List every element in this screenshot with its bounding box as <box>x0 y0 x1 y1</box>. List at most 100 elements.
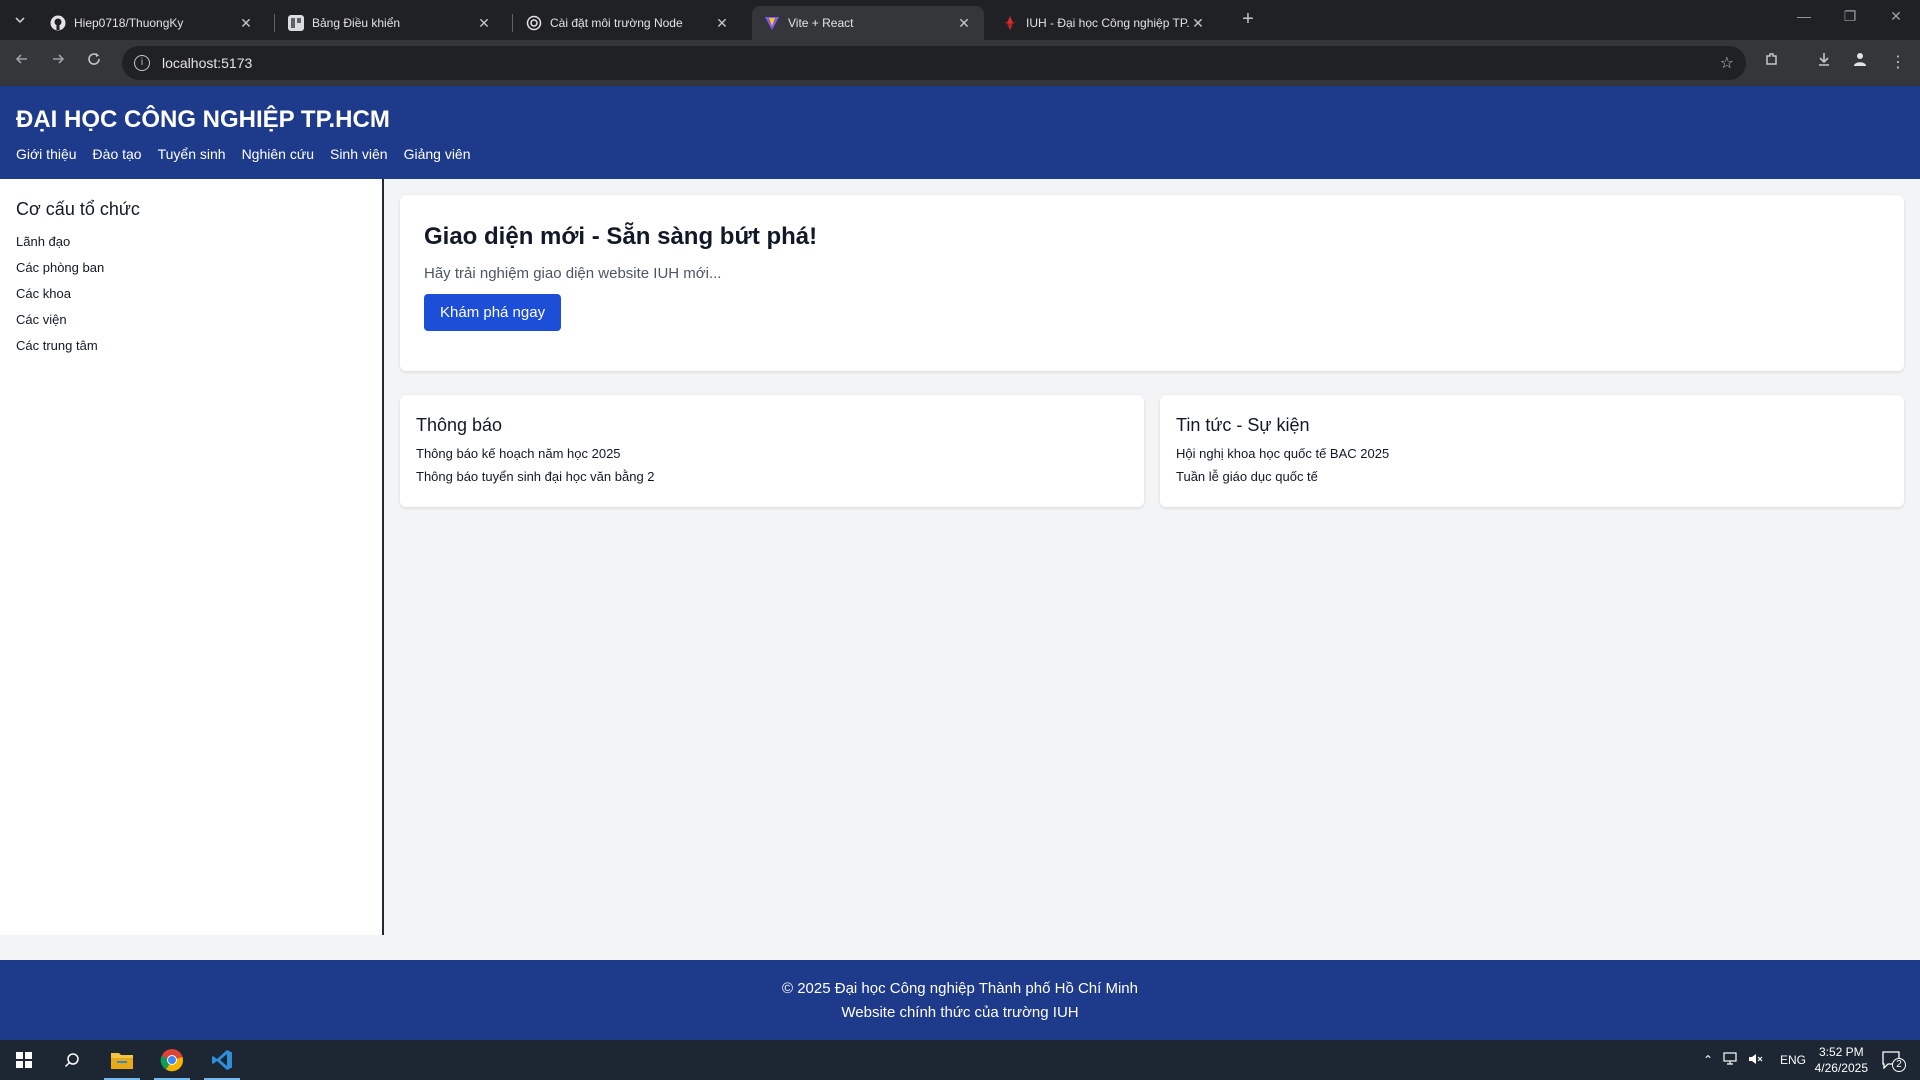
hero-title: Giao diện mới - Sẵn sàng bứt phá! <box>424 223 818 250</box>
windows-icon <box>16 1052 32 1068</box>
nav-link-giang-vien[interactable]: Giảng viên <box>404 146 471 162</box>
site-header: ĐẠI HỌC CÔNG NGHIỆP TP.HCM Giới thiệu Đà… <box>0 86 1920 179</box>
node-icon <box>526 15 542 31</box>
tab-github[interactable]: Hiep0718/ThuongKy ✕ <box>38 6 266 40</box>
taskbar: ⌃ ENG 3:52 PM 4/26/2025 2 <box>0 1040 1920 1080</box>
url-text: localhost:5173 <box>162 55 253 71</box>
browser-tab-strip: Hiep0718/ThuongKy ✕ Bảng Điều khiển ✕ Cà… <box>0 0 1920 40</box>
tab-separator <box>512 14 513 32</box>
main-content: Giao diện mới - Sẵn sàng bứt phá! Hãy tr… <box>384 179 1920 935</box>
clock-time: 3:52 PM <box>1818 1045 1864 1059</box>
dashboard-icon <box>288 15 304 31</box>
menu-kebab-icon[interactable]: ⋮ <box>1886 51 1910 75</box>
footer-copyright: © 2025 Đại học Công nghiệp Thành phố Hồ … <box>781 980 1138 997</box>
site-nav: Giới thiệu Đào tạo Tuyển sinh Nghiên cứu… <box>16 146 1904 162</box>
vscode-app[interactable] <box>198 1040 246 1080</box>
chevron-up-icon[interactable]: ⌃ <box>1700 1053 1716 1067</box>
tab-title: IUH - Đại học Công nghiệp TP.H <box>1026 16 1190 30</box>
speaker-muted-icon[interactable] <box>1748 1052 1768 1069</box>
tab-title: Cài đặt môi trường Node <box>550 16 683 30</box>
sidebar: Cơ cấu tổ chức Lãnh đạo Các phòng ban Cá… <box>0 179 384 935</box>
hero-banner: Giao diện mới - Sẵn sàng bứt phá! Hãy tr… <box>400 195 1904 371</box>
download-icon[interactable] <box>1812 51 1836 75</box>
back-button[interactable] <box>10 51 34 75</box>
clock[interactable]: 3:52 PM 4/26/2025 <box>1815 1044 1868 1076</box>
new-tab-button[interactable]: + <box>1236 8 1260 31</box>
sidebar-list: Lãnh đạo Các phòng ban Các khoa Các viện… <box>16 234 366 353</box>
site-footer: © 2025 Đại học Công nghiệp Thành phố Hồ … <box>0 960 1920 1040</box>
profile-icon[interactable] <box>1848 51 1872 75</box>
network-icon[interactable] <box>1722 1051 1744 1069</box>
restore-button[interactable]: ❐ <box>1830 8 1870 25</box>
chrome-icon <box>160 1049 184 1072</box>
search-button[interactable] <box>48 1040 96 1080</box>
minimize-button[interactable]: — <box>1784 8 1824 24</box>
screen: Hiep0718/ThuongKy ✕ Bảng Điều khiển ✕ Cà… <box>0 0 1920 1080</box>
nav-link-nghien-cuu[interactable]: Nghiên cứu <box>242 146 314 162</box>
close-icon[interactable]: ✕ <box>956 15 972 32</box>
extensions-icon[interactable] <box>1760 51 1784 75</box>
list-item[interactable]: Tuần lễ giáo dục quốc tế <box>1176 469 1888 484</box>
nav-link-gioi-thieu[interactable]: Giới thiệu <box>16 146 77 162</box>
vscode-icon <box>212 1050 232 1070</box>
tab-search-button[interactable] <box>8 8 32 32</box>
sidebar-heading: Cơ cấu tổ chức <box>16 199 140 219</box>
tab-dashboard[interactable]: Bảng Điều khiển ✕ <box>276 6 504 40</box>
news-card: Tin tức - Sự kiện Hội nghị khoa học quốc… <box>1160 395 1904 507</box>
vite-icon <box>764 15 780 31</box>
browser-toolbar: i localhost:5173 ☆ ⋮ <box>0 40 1920 86</box>
card-heading: Thông báo <box>416 415 503 435</box>
address-bar[interactable]: i localhost:5173 ☆ <box>122 46 1746 80</box>
chevron-down-icon <box>15 17 25 24</box>
tab-separator <box>274 14 275 32</box>
sidebar-item-khoa[interactable]: Các khoa <box>16 286 366 301</box>
sidebar-item-trung-tam[interactable]: Các trung tâm <box>16 338 366 353</box>
reload-button[interactable] <box>82 51 106 75</box>
nav-link-tuyen-sinh[interactable]: Tuyển sinh <box>158 146 226 162</box>
sidebar-item-lanh-dao[interactable]: Lãnh đạo <box>16 234 366 249</box>
tab-iuh[interactable]: IUH - Đại học Công nghiệp TP.H ✕ <box>990 6 1218 40</box>
announcements-card: Thông báo Thông báo kế hoạch năm học 202… <box>400 395 1144 507</box>
cards-row: Thông báo Thông báo kế hoạch năm học 202… <box>400 395 1904 507</box>
close-icon[interactable]: ✕ <box>238 15 254 32</box>
nav-link-sinh-vien[interactable]: Sinh viên <box>330 146 388 162</box>
notification-center-button[interactable]: 2 <box>1868 1040 1916 1080</box>
system-tray: ⌃ ENG <box>1700 1040 1806 1080</box>
close-icon[interactable]: ✕ <box>714 15 730 32</box>
hero-subtitle: Hãy trải nghiệm giao diện website IUH mớ… <box>424 265 722 282</box>
site-info-icon[interactable]: i <box>134 55 150 71</box>
list-item[interactable]: Thông báo tuyển sinh đại học văn bằng 2 <box>416 469 1128 484</box>
bookmark-star-icon[interactable]: ☆ <box>1720 53 1734 73</box>
footer-tagline: Website chính thức của trường IUH <box>841 1004 1079 1021</box>
explore-now-button[interactable]: Khám phá ngay <box>424 294 562 331</box>
close-icon[interactable]: ✕ <box>1190 15 1206 32</box>
content-area: Cơ cấu tổ chức Lãnh đạo Các phòng ban Cá… <box>0 179 1920 935</box>
site-title: ĐẠI HỌC CÔNG NGHIỆP TP.HCM <box>16 106 390 133</box>
tab-title: Vite + React <box>788 16 854 30</box>
card-heading: Tin tức - Sự kiện <box>1176 415 1310 435</box>
close-icon[interactable]: ✕ <box>476 15 492 32</box>
nav-link-dao-tao[interactable]: Đào tạo <box>93 146 142 162</box>
sidebar-item-phong-ban[interactable]: Các phòng ban <box>16 260 366 275</box>
tab-title: Hiep0718/ThuongKy <box>74 16 184 30</box>
window-close-button[interactable]: ✕ <box>1876 8 1916 25</box>
clock-date: 4/26/2025 <box>1814 1061 1868 1075</box>
language-indicator[interactable]: ENG <box>1780 1053 1806 1067</box>
tab-title: Bảng Điều khiển <box>312 16 401 30</box>
forward-button[interactable] <box>46 51 70 75</box>
list-item[interactable]: Thông báo kế hoạch năm học 2025 <box>416 446 1128 461</box>
arrow-left-icon <box>15 54 27 64</box>
folder-icon <box>111 1053 133 1069</box>
tab-node[interactable]: Cài đặt môi trường Node ✕ <box>514 6 742 40</box>
list-item[interactable]: Hội nghị khoa học quốc tế BAC 2025 <box>1176 446 1888 461</box>
github-icon <box>50 15 66 31</box>
iuh-icon <box>1002 15 1018 31</box>
notification-count-badge: 2 <box>1892 1058 1906 1072</box>
arrow-right-icon <box>53 54 65 64</box>
chrome-app[interactable] <box>148 1040 196 1080</box>
web-page: ĐẠI HỌC CÔNG NGHIỆP TP.HCM Giới thiệu Đà… <box>0 86 1920 1040</box>
tab-vite-react[interactable]: Vite + React ✕ <box>752 6 984 40</box>
start-button[interactable] <box>0 1040 48 1080</box>
sidebar-item-vien[interactable]: Các viện <box>16 312 366 327</box>
file-explorer-app[interactable] <box>98 1040 146 1080</box>
